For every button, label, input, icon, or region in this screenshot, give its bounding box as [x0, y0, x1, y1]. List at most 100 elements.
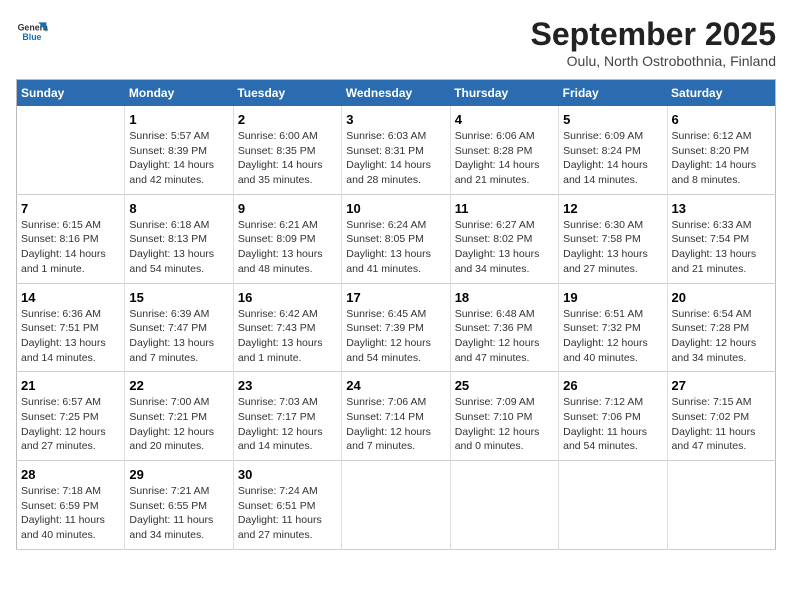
- day-info: Sunrise: 6:45 AMSunset: 7:39 PMDaylight:…: [346, 307, 445, 366]
- day-number: 22: [129, 378, 228, 393]
- calendar-cell: 9 Sunrise: 6:21 AMSunset: 8:09 PMDaylight…: [233, 194, 341, 283]
- calendar-cell: 30 Sunrise: 7:24 AMSunset: 6:51 PMDayligh…: [233, 461, 341, 550]
- day-info: Sunrise: 6:06 AMSunset: 8:28 PMDaylight:…: [455, 129, 554, 188]
- day-info: Sunrise: 7:00 AMSunset: 7:21 PMDaylight:…: [129, 395, 228, 454]
- calendar-cell: 16 Sunrise: 6:42 AMSunset: 7:43 PMDayligh…: [233, 283, 341, 372]
- day-number: 12: [563, 201, 662, 216]
- day-number: 1: [129, 112, 228, 127]
- calendar-cell: [559, 461, 667, 550]
- day-number: 5: [563, 112, 662, 127]
- calendar-cell: 7Sunrise: 6:15 AMSunset: 8:16 PMDaylight…: [17, 194, 125, 283]
- day-number: 10: [346, 201, 445, 216]
- calendar-cell: 11 Sunrise: 6:27 AMSunset: 8:02 PMDayligh…: [450, 194, 558, 283]
- day-info: Sunrise: 6:51 AMSunset: 7:32 PMDaylight:…: [563, 307, 662, 366]
- day-header-monday: Monday: [125, 80, 233, 107]
- calendar-cell: 20Sunrise: 6:54 AMSunset: 7:28 PMDayligh…: [667, 283, 775, 372]
- day-info: Sunrise: 6:57 AMSunset: 7:25 PMDaylight:…: [21, 395, 120, 454]
- day-number: 6: [672, 112, 771, 127]
- day-info: Sunrise: 6:39 AMSunset: 7:47 PMDaylight:…: [129, 307, 228, 366]
- calendar-cell: 8Sunrise: 6:18 AMSunset: 8:13 PMDaylight…: [125, 194, 233, 283]
- day-header-tuesday: Tuesday: [233, 80, 341, 107]
- calendar-cell: 23Sunrise: 7:03 AMSunset: 7:17 PMDayligh…: [233, 372, 341, 461]
- day-info: Sunrise: 6:42 AMSunset: 7:43 PMDaylight:…: [238, 307, 337, 366]
- calendar-cell: [342, 461, 450, 550]
- week-row-5: 28 Sunrise: 7:18 AMSunset: 6:59 PMDayligh…: [17, 461, 776, 550]
- calendar-cell: 14Sunrise: 6:36 AMSunset: 7:51 PMDayligh…: [17, 283, 125, 372]
- day-header-thursday: Thursday: [450, 80, 558, 107]
- day-info: Sunrise: 6:03 AMSunset: 8:31 PMDaylight:…: [346, 129, 445, 188]
- day-number: 2: [238, 112, 337, 127]
- day-number: 21: [21, 378, 120, 393]
- week-row-1: 1 Sunrise: 5:57 AMSunset: 8:39 PMDaylight…: [17, 106, 776, 194]
- month-title: September 2025: [531, 16, 776, 53]
- location: Oulu, North Ostrobothnia, Finland: [531, 53, 776, 69]
- calendar-cell: 10Sunrise: 6:24 AMSunset: 8:05 PMDayligh…: [342, 194, 450, 283]
- calendar-cell: [450, 461, 558, 550]
- day-info: Sunrise: 6:15 AMSunset: 8:16 PMDaylight:…: [21, 218, 120, 277]
- calendar-cell: 17 Sunrise: 6:45 AMSunset: 7:39 PMDayligh…: [342, 283, 450, 372]
- day-number: 8: [129, 201, 228, 216]
- week-row-4: 21 Sunrise: 6:57 AMSunset: 7:25 PMDayligh…: [17, 372, 776, 461]
- week-row-2: 7Sunrise: 6:15 AMSunset: 8:16 PMDaylight…: [17, 194, 776, 283]
- day-number: 14: [21, 290, 120, 305]
- calendar-cell: 28 Sunrise: 7:18 AMSunset: 6:59 PMDayligh…: [17, 461, 125, 550]
- day-number: 18: [455, 290, 554, 305]
- calendar-cell: [667, 461, 775, 550]
- calendar-cell: 18 Sunrise: 6:48 AMSunset: 7:36 PMDayligh…: [450, 283, 558, 372]
- day-number: 30: [238, 467, 337, 482]
- day-info: Sunrise: 6:27 AMSunset: 8:02 PMDaylight:…: [455, 218, 554, 277]
- calendar-cell: 13 Sunrise: 6:33 AMSunset: 7:54 PMDayligh…: [667, 194, 775, 283]
- day-number: 19: [563, 290, 662, 305]
- day-info: Sunrise: 6:00 AMSunset: 8:35 PMDaylight:…: [238, 129, 337, 188]
- calendar-cell: 29 Sunrise: 7:21 AMSunset: 6:55 PMDayligh…: [125, 461, 233, 550]
- day-info: Sunrise: 7:09 AMSunset: 7:10 PMDaylight:…: [455, 395, 554, 454]
- calendar-cell: 25 Sunrise: 7:09 AMSunset: 7:10 PMDayligh…: [450, 372, 558, 461]
- day-number: 9: [238, 201, 337, 216]
- day-info: Sunrise: 7:12 AMSunset: 7:06 PMDaylight:…: [563, 395, 662, 454]
- day-info: Sunrise: 7:21 AMSunset: 6:55 PMDaylight:…: [129, 484, 228, 543]
- page-header: General Blue September 2025 Oulu, North …: [16, 16, 776, 69]
- day-number: 13: [672, 201, 771, 216]
- day-number: 17: [346, 290, 445, 305]
- day-number: 28: [21, 467, 120, 482]
- day-number: 11: [455, 201, 554, 216]
- day-number: 25: [455, 378, 554, 393]
- calendar-cell: 22 Sunrise: 7:00 AMSunset: 7:21 PMDayligh…: [125, 372, 233, 461]
- day-number: 26: [563, 378, 662, 393]
- day-number: 15: [129, 290, 228, 305]
- calendar-cell: 5Sunrise: 6:09 AMSunset: 8:24 PMDaylight…: [559, 106, 667, 194]
- day-number: 27: [672, 378, 771, 393]
- calendar-cell: 3 Sunrise: 6:03 AMSunset: 8:31 PMDaylight…: [342, 106, 450, 194]
- calendar-table: SundayMondayTuesdayWednesdayThursdayFrid…: [16, 79, 776, 550]
- week-row-3: 14Sunrise: 6:36 AMSunset: 7:51 PMDayligh…: [17, 283, 776, 372]
- calendar-cell: 15 Sunrise: 6:39 AMSunset: 7:47 PMDayligh…: [125, 283, 233, 372]
- day-info: Sunrise: 6:30 AMSunset: 7:58 PMDaylight:…: [563, 218, 662, 277]
- logo: General Blue: [16, 16, 48, 48]
- logo-icon: General Blue: [16, 16, 48, 48]
- day-info: Sunrise: 7:18 AMSunset: 6:59 PMDaylight:…: [21, 484, 120, 543]
- calendar-cell: 12 Sunrise: 6:30 AMSunset: 7:58 PMDayligh…: [559, 194, 667, 283]
- day-info: Sunrise: 6:54 AMSunset: 7:28 PMDaylight:…: [672, 307, 771, 366]
- calendar-cell: 27Sunrise: 7:15 AMSunset: 7:02 PMDayligh…: [667, 372, 775, 461]
- day-number: 16: [238, 290, 337, 305]
- days-header-row: SundayMondayTuesdayWednesdayThursdayFrid…: [17, 80, 776, 107]
- day-info: Sunrise: 6:12 AMSunset: 8:20 PMDaylight:…: [672, 129, 771, 188]
- day-header-sunday: Sunday: [17, 80, 125, 107]
- day-number: 3: [346, 112, 445, 127]
- day-header-friday: Friday: [559, 80, 667, 107]
- calendar-cell: 19 Sunrise: 6:51 AMSunset: 7:32 PMDayligh…: [559, 283, 667, 372]
- day-info: Sunrise: 6:21 AMSunset: 8:09 PMDaylight:…: [238, 218, 337, 277]
- day-info: Sunrise: 6:33 AMSunset: 7:54 PMDaylight:…: [672, 218, 771, 277]
- day-info: Sunrise: 7:24 AMSunset: 6:51 PMDaylight:…: [238, 484, 337, 543]
- calendar-cell: 1 Sunrise: 5:57 AMSunset: 8:39 PMDaylight…: [125, 106, 233, 194]
- day-number: 29: [129, 467, 228, 482]
- calendar-cell: [17, 106, 125, 194]
- calendar-cell: 6 Sunrise: 6:12 AMSunset: 8:20 PMDaylight…: [667, 106, 775, 194]
- day-number: 4: [455, 112, 554, 127]
- day-info: Sunrise: 6:48 AMSunset: 7:36 PMDaylight:…: [455, 307, 554, 366]
- calendar-cell: 21 Sunrise: 6:57 AMSunset: 7:25 PMDayligh…: [17, 372, 125, 461]
- day-info: Sunrise: 5:57 AMSunset: 8:39 PMDaylight:…: [129, 129, 228, 188]
- calendar-cell: 24Sunrise: 7:06 AMSunset: 7:14 PMDayligh…: [342, 372, 450, 461]
- day-header-wednesday: Wednesday: [342, 80, 450, 107]
- calendar-cell: 4 Sunrise: 6:06 AMSunset: 8:28 PMDaylight…: [450, 106, 558, 194]
